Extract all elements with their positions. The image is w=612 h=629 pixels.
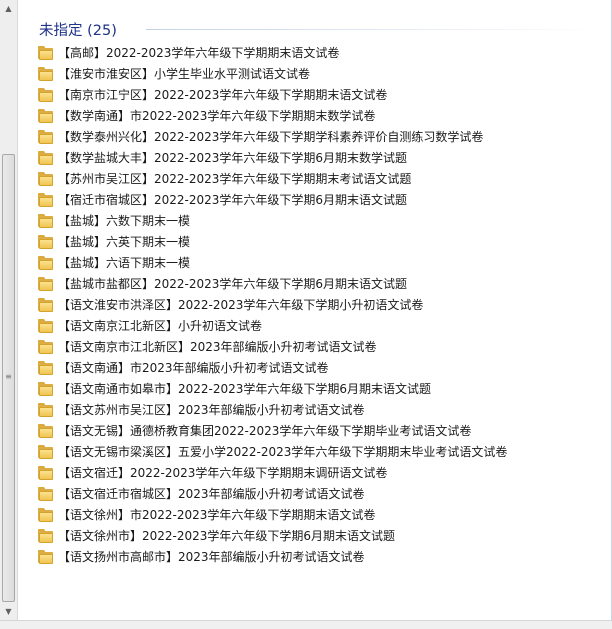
horizontal-scrollbar[interactable] [0,620,612,629]
folder-icon [38,507,54,522]
folder-label: 【语文无锡市梁溪区】五爱小学2022-2023学年六年级下学期期末毕业考试语文试… [58,445,508,459]
folder-item[interactable]: 【盐城市盐都区】2022-2023学年六年级下学期6月期末语文试题 [38,273,507,294]
folder-label: 【数学南通】市2022-2023学年六年级下学期期末数学试卷 [58,109,376,123]
folder-label: 【盐城】六数下期末一模 [58,214,191,228]
folder-icon [38,171,54,186]
folder-icon [38,360,54,375]
folder-label: 【语文淮安市洪泽区】2022-2023学年六年级下学期小升初语文试卷 [58,298,424,312]
folder-item[interactable]: 【语文南通市如皋市】2022-2023学年六年级下学期6月期末语文试题 [38,378,507,399]
scroll-up-arrow-icon[interactable]: ▲ [0,0,17,17]
folder-item[interactable]: 【高邮】2022-2023学年六年级下学期期末语文试卷 [38,42,507,63]
folder-item[interactable]: 【数学南通】市2022-2023学年六年级下学期期末数学试卷 [38,105,507,126]
folder-label: 【淮安市淮安区】小学生毕业水平测试语文试卷 [58,67,311,81]
file-list-pane: 未指定 (25) 【高邮】2022-2023学年六年级下学期期末语文试卷 【淮安市… [18,0,612,620]
folder-label: 【南京市江宁区】2022-2023学年六年级下学期期末语文试卷 [58,88,388,102]
folder-item[interactable]: 【宿迁市宿城区】2022-2023学年六年级下学期6月期末语文试题 [38,189,507,210]
folder-item[interactable]: 【南京市江宁区】2022-2023学年六年级下学期期末语文试卷 [38,84,507,105]
folder-label: 【语文扬州市高邮市】2023年部编版小升初考试语文试卷 [58,550,365,564]
folder-label: 【语文苏州市吴江区】2023年部编版小升初考试语文试卷 [58,403,365,417]
folder-icon [38,66,54,81]
folder-item[interactable]: 【盐城】六语下期末一模 [38,252,507,273]
folder-icon [38,486,54,501]
folder-label: 【语文徐州市】2022-2023学年六年级下学期6月期末语文试题 [58,529,396,543]
folder-icon [38,402,54,417]
folder-label: 【数学盐城大丰】2022-2023学年六年级下学期6月期末数学试题 [58,151,408,165]
folder-icon [38,528,54,543]
folder-label: 【语文宿迁市宿城区】2023年部编版小升初考试语文试卷 [58,487,365,501]
scroll-thumb[interactable]: ≡ [2,154,15,602]
folder-icon [38,381,54,396]
folder-icon [38,297,54,312]
folder-item[interactable]: 【语文徐州市】2022-2023学年六年级下学期6月期末语文试题 [38,525,507,546]
folder-item[interactable]: 【语文淮安市洪泽区】2022-2023学年六年级下学期小升初语文试卷 [38,294,507,315]
folder-icon [38,108,54,123]
folder-item[interactable]: 【盐城】六数下期末一模 [38,210,507,231]
folder-label: 【数学泰州兴化】2022-2023学年六年级下学期学科素养评价自测练习数学试卷 [58,130,484,144]
folder-label: 【高邮】2022-2023学年六年级下学期期末语文试卷 [58,46,340,60]
folder-label: 【盐城】六语下期末一模 [58,256,191,270]
grip-icon: ≡ [5,372,12,381]
folder-item[interactable]: 【语文南通】市2023年部编版小升初考试语文试卷 [38,357,507,378]
folder-item[interactable]: 【语文南京市江北新区】2023年部编版小升初考试语文试卷 [38,336,507,357]
group-header[interactable]: 未指定 (25) [39,18,117,40]
folder-icon [38,549,54,564]
folder-item[interactable]: 【数学盐城大丰】2022-2023学年六年级下学期6月期末数学试题 [38,147,507,168]
group-divider [146,29,606,30]
folder-label: 【语文南通】市2023年部编版小升初考试语文试卷 [58,361,329,375]
folder-icon [38,276,54,291]
folder-item[interactable]: 【语文宿迁】2022-2023学年六年级下学期期末调研语文试卷 [38,462,507,483]
folder-icon [38,150,54,165]
folder-icon [38,465,54,480]
folder-icon [38,192,54,207]
folder-label: 【语文无锡】通德桥教育集团2022-2023学年六年级下学期毕业考试语文试卷 [58,424,472,438]
folder-icon [38,444,54,459]
group-title: 未指定 (25) [39,22,117,39]
folder-item[interactable]: 【语文徐州】市2022-2023学年六年级下学期期末语文试卷 [38,504,507,525]
folder-icon [38,318,54,333]
folder-item[interactable]: 【语文宿迁市宿城区】2023年部编版小升初考试语文试卷 [38,483,507,504]
folder-item[interactable]: 【语文苏州市吴江区】2023年部编版小升初考试语文试卷 [38,399,507,420]
folder-item[interactable]: 【数学泰州兴化】2022-2023学年六年级下学期学科素养评价自测练习数学试卷 [38,126,507,147]
folder-label: 【宿迁市宿城区】2022-2023学年六年级下学期6月期末语文试题 [58,193,408,207]
folder-label: 【语文宿迁】2022-2023学年六年级下学期期末调研语文试卷 [58,466,388,480]
folder-icon [38,129,54,144]
folder-label: 【语文南京江北新区】小升初语文试卷 [58,319,263,333]
folder-label: 【语文徐州】市2022-2023学年六年级下学期期末语文试卷 [58,508,376,522]
folder-icon [38,45,54,60]
folder-icon [38,234,54,249]
folder-item[interactable]: 【语文扬州市高邮市】2023年部编版小升初考试语文试卷 [38,546,507,567]
folder-item[interactable]: 【语文无锡】通德桥教育集团2022-2023学年六年级下学期毕业考试语文试卷 [38,420,507,441]
folder-item[interactable]: 【苏州市吴江区】2022-2023学年六年级下学期期末考试语文试题 [38,168,507,189]
folder-icon [38,423,54,438]
vertical-scrollbar[interactable]: ▲ ≡ ▼ [0,0,18,620]
folder-item[interactable]: 【淮安市淮安区】小学生毕业水平测试语文试卷 [38,63,507,84]
folder-icon [38,339,54,354]
folder-icon [38,255,54,270]
folder-icon [38,213,54,228]
scroll-down-arrow-icon[interactable]: ▼ [0,603,17,620]
folder-label: 【苏州市吴江区】2022-2023学年六年级下学期期末考试语文试题 [58,172,412,186]
folder-item[interactable]: 【语文南京江北新区】小升初语文试卷 [38,315,507,336]
folder-list: 【高邮】2022-2023学年六年级下学期期末语文试卷 【淮安市淮安区】小学生毕业… [38,42,507,567]
folder-label: 【语文南通市如皋市】2022-2023学年六年级下学期6月期末语文试题 [58,382,432,396]
folder-label: 【盐城市盐都区】2022-2023学年六年级下学期6月期末语文试题 [58,277,408,291]
folder-icon [38,87,54,102]
folder-item[interactable]: 【盐城】六英下期末一模 [38,231,507,252]
folder-label: 【盐城】六英下期末一模 [58,235,191,249]
folder-item[interactable]: 【语文无锡市梁溪区】五爱小学2022-2023学年六年级下学期期末毕业考试语文试… [38,441,507,462]
folder-label: 【语文南京市江北新区】2023年部编版小升初考试语文试卷 [58,340,377,354]
